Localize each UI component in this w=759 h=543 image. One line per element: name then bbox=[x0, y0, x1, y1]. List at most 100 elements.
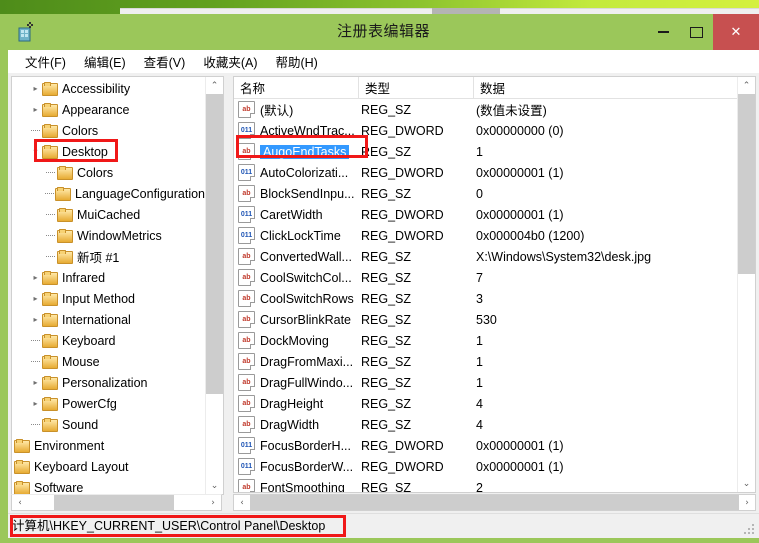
tree-node-10[interactable]: ▸ Input Method bbox=[12, 288, 205, 309]
tree-node-11[interactable]: ▸ International bbox=[12, 309, 205, 330]
table-row[interactable]: 011 FocusBorderH... REG_DWORD 0x00000001 (1… bbox=[234, 435, 737, 456]
tree-node-15[interactable]: ▸ PowerCfg bbox=[12, 393, 205, 414]
list-hscrollbar[interactable]: ‹ › bbox=[233, 494, 756, 511]
column-header-type[interactable]: 类型 bbox=[359, 77, 474, 98]
table-row[interactable]: ab DragFullWindo... REG_SZ 1 bbox=[234, 372, 737, 393]
tree-node-label: WindowMetrics bbox=[77, 228, 162, 243]
tree-node-16[interactable]: Sound bbox=[12, 414, 205, 435]
table-row[interactable]: ab CursorBlinkRate REG_SZ 530 bbox=[234, 309, 737, 330]
title-bar[interactable]: 注册表编辑器 ✕ bbox=[8, 14, 759, 50]
menu-item-0[interactable]: 文件(F) bbox=[16, 50, 75, 73]
table-row[interactable]: ab CoolSwitchCol... REG_SZ 7 bbox=[234, 267, 737, 288]
value-name-text: DragHeight bbox=[260, 396, 324, 411]
tree-node-18[interactable]: Keyboard Layout bbox=[12, 456, 205, 477]
list-hscrollbar-thumb[interactable] bbox=[250, 495, 739, 510]
folder-icon bbox=[42, 124, 58, 138]
column-header-name[interactable]: 名称 bbox=[234, 77, 359, 98]
table-row[interactable]: 011 FocusBorderW... REG_DWORD 0x00000001 (1… bbox=[234, 456, 737, 477]
expand-triangle-icon[interactable]: ▸ bbox=[29, 309, 42, 330]
table-row[interactable]: ab DockMoving REG_SZ 1 bbox=[234, 330, 737, 351]
table-row[interactable]: 011 ClickLockTime REG_DWORD 0x000004b0 (120… bbox=[234, 225, 737, 246]
menu-item-3[interactable]: 收藏夹(A) bbox=[194, 50, 266, 73]
tree-node-1[interactable]: ▸ Appearance bbox=[12, 99, 205, 120]
registry-values-list[interactable]: 名称 类型 数据 ab (默认) REG_SZ (数值未设置) 011 ActiveWnd… bbox=[233, 76, 756, 493]
registry-tree[interactable]: ▸ Accessibility ▸ Appearance Colors ▾ Desktop C… bbox=[11, 76, 224, 495]
value-type-cell: REG_SZ bbox=[361, 333, 412, 348]
column-header-data[interactable]: 数据 bbox=[474, 77, 755, 98]
table-row[interactable]: ab AugoEndTasks REG_SZ 1 bbox=[234, 141, 737, 162]
expand-triangle-icon[interactable]: ▸ bbox=[29, 267, 42, 288]
tree-node-2[interactable]: Colors bbox=[12, 120, 205, 141]
tree-hscrollbar-thumb[interactable] bbox=[54, 495, 174, 510]
list-vscrollbar-thumb[interactable] bbox=[738, 94, 755, 274]
tree-hscroll-right-icon[interactable]: › bbox=[205, 495, 221, 510]
value-name-text: BlockSendInpu... bbox=[260, 186, 355, 201]
tree-scroll-up-icon[interactable]: ⌃ bbox=[206, 77, 223, 94]
value-type-cell: REG_SZ bbox=[361, 186, 412, 201]
menu-item-2[interactable]: 查看(V) bbox=[135, 50, 195, 73]
value-data-cell: 0x00000001 (1) bbox=[476, 438, 564, 453]
value-name-text: DragFromMaxi... bbox=[260, 354, 354, 369]
table-row[interactable]: ab DragWidth REG_SZ 4 bbox=[234, 414, 737, 435]
tree-node-label: Environment bbox=[34, 438, 105, 453]
value-data-cell: X:\Windows\System32\desk.jpg bbox=[476, 249, 652, 264]
tree-node-9[interactable]: ▸ Infrared bbox=[12, 267, 205, 288]
value-data-cell: 0x00000001 (1) bbox=[476, 459, 564, 474]
list-hscroll-right-icon[interactable]: › bbox=[739, 495, 755, 510]
collapse-triangle-icon[interactable]: ▾ bbox=[29, 141, 42, 162]
table-row[interactable]: ab (默认) REG_SZ (数值未设置) bbox=[234, 99, 737, 120]
minimize-button[interactable] bbox=[647, 14, 680, 50]
list-hscroll-left-icon[interactable]: ‹ bbox=[234, 495, 250, 510]
tree-node-4[interactable]: Colors bbox=[12, 162, 205, 183]
value-type-cell: REG_SZ bbox=[361, 102, 412, 117]
tree-scroll-down-icon[interactable]: ⌄ bbox=[206, 477, 223, 494]
maximize-button[interactable] bbox=[680, 14, 713, 50]
expand-triangle-icon[interactable]: ▸ bbox=[29, 78, 42, 99]
tree-node-14[interactable]: ▸ Personalization bbox=[12, 372, 205, 393]
tree-guide-line bbox=[44, 162, 57, 183]
table-row[interactable]: 011 ActiveWndTrac... REG_DWORD 0x00000000 (… bbox=[234, 120, 737, 141]
tree-hscroll-left-icon[interactable]: ‹ bbox=[12, 495, 28, 510]
list-vscrollbar[interactable]: ⌃ ⌄ bbox=[737, 77, 755, 492]
list-scroll-up-icon[interactable]: ⌃ bbox=[738, 77, 755, 94]
string-value-icon: ab bbox=[238, 248, 255, 265]
expand-triangle-icon[interactable]: ▸ bbox=[29, 393, 42, 414]
tree-node-6[interactable]: MuiCached bbox=[12, 204, 205, 225]
table-row[interactable]: 011 AutoColorizati... REG_DWORD 0x00000001 … bbox=[234, 162, 737, 183]
resize-grip-icon[interactable] bbox=[744, 524, 756, 536]
tree-node-5[interactable]: LanguageConfiguration bbox=[12, 183, 205, 204]
tree-node-17[interactable]: Environment bbox=[12, 435, 205, 456]
status-bar: 计算机\HKEY_CURRENT_USER\Control Panel\Desk… bbox=[8, 513, 759, 538]
list-scroll-down-icon[interactable]: ⌄ bbox=[738, 475, 755, 492]
tree-node-8[interactable]: 新项 #1 bbox=[12, 246, 205, 267]
table-row[interactable]: ab CoolSwitchRows REG_SZ 3 bbox=[234, 288, 737, 309]
value-type-cell: REG_SZ bbox=[361, 144, 412, 159]
tree-vscrollbar-thumb[interactable] bbox=[206, 94, 223, 394]
expand-triangle-icon[interactable]: ▸ bbox=[29, 288, 42, 309]
menu-item-4[interactable]: 帮助(H) bbox=[266, 50, 326, 73]
tree-node-13[interactable]: Mouse bbox=[12, 351, 205, 372]
close-button[interactable]: ✕ bbox=[713, 14, 759, 50]
tree-node-3[interactable]: ▾ Desktop bbox=[12, 141, 205, 162]
dword-value-icon: 011 bbox=[238, 206, 255, 223]
value-data-cell: 0x00000001 (1) bbox=[476, 207, 564, 222]
expand-triangle-icon[interactable]: ▸ bbox=[29, 372, 42, 393]
tree-node-12[interactable]: Keyboard bbox=[12, 330, 205, 351]
table-row[interactable]: ab BlockSendInpu... REG_SZ 0 bbox=[234, 183, 737, 204]
table-row[interactable]: ab DragFromMaxi... REG_SZ 1 bbox=[234, 351, 737, 372]
value-data-cell: 3 bbox=[476, 291, 483, 306]
table-row[interactable]: ab ConvertedWall... REG_SZ X:\Windows\Syste… bbox=[234, 246, 737, 267]
value-data-cell: 530 bbox=[476, 312, 497, 327]
tree-hscrollbar[interactable]: ‹ › bbox=[11, 494, 222, 511]
expand-triangle-icon[interactable]: ▸ bbox=[29, 99, 42, 120]
tree-node-0[interactable]: ▸ Accessibility bbox=[12, 78, 205, 99]
tree-vscrollbar[interactable]: ⌃ ⌄ bbox=[205, 77, 223, 494]
table-row[interactable]: 011 CaretWidth REG_DWORD 0x00000001 (1) bbox=[234, 204, 737, 225]
tree-node-19[interactable]: Software bbox=[12, 477, 205, 494]
value-name-cell: CaretWidth bbox=[260, 208, 361, 222]
menu-item-1[interactable]: 编辑(E) bbox=[75, 50, 135, 73]
table-row[interactable]: ab FontSmoothing REG_SZ 2 bbox=[234, 477, 737, 492]
folder-icon bbox=[57, 208, 73, 222]
tree-node-7[interactable]: WindowMetrics bbox=[12, 225, 205, 246]
table-row[interactable]: ab DragHeight REG_SZ 4 bbox=[234, 393, 737, 414]
